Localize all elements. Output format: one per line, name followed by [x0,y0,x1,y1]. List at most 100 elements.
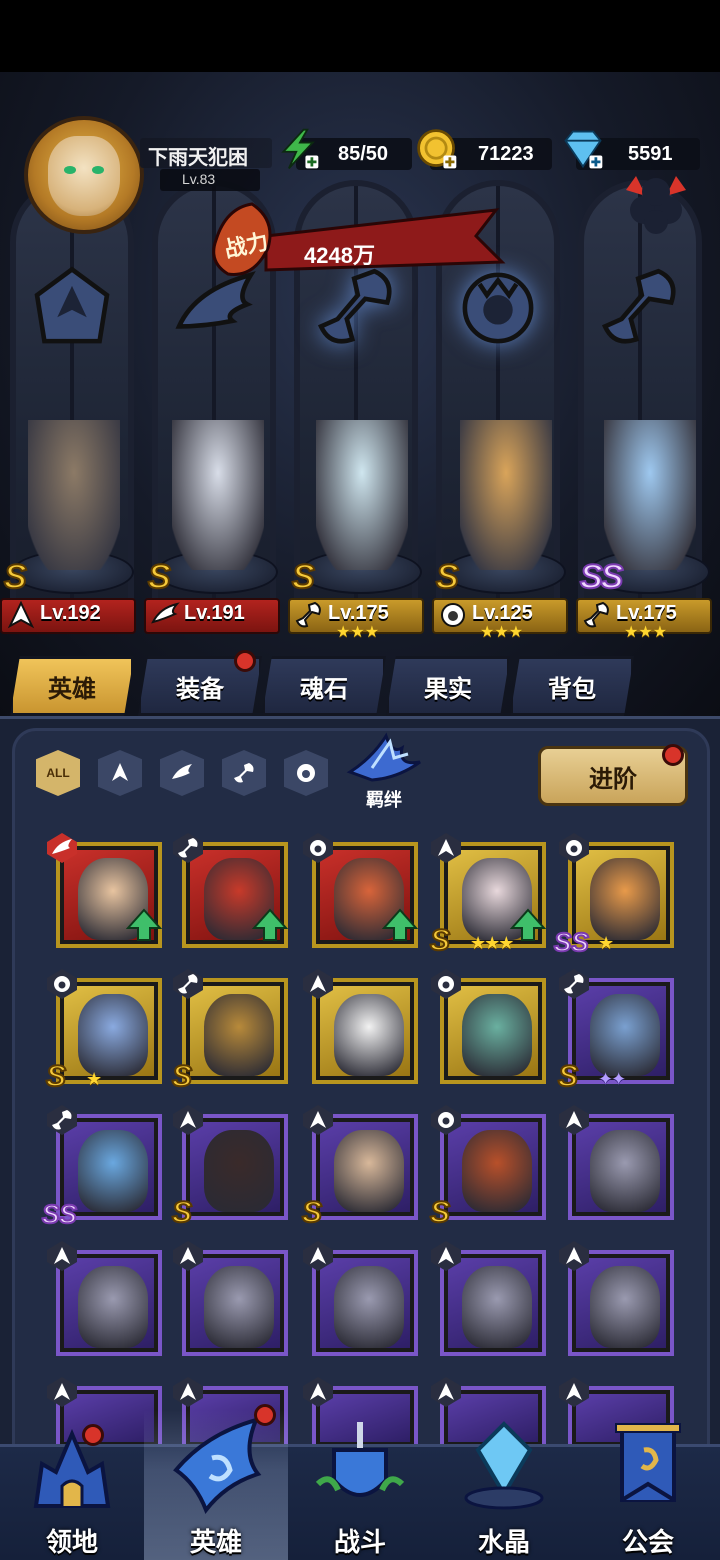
upgrade-arrow-icon [509,908,547,942]
hero-card[interactable] [173,1241,288,1356]
hero-card[interactable] [431,969,546,1084]
wrench-class-icon [234,763,254,783]
nav-label: 英雄 [189,1527,242,1557]
player-avatar[interactable] [14,108,154,238]
team-hero-slot[interactable]: S Lv.192 [0,400,140,640]
filter-ranger-button[interactable] [160,750,204,796]
hero-rank-badge: S [557,1059,579,1094]
filter-warrior-button[interactable] [98,750,142,796]
hero-level: Lv.192 [40,602,101,624]
hero-card[interactable] [173,833,289,948]
hero-rank-badge: SS [579,557,624,597]
hero-card[interactable]: S ✦✦ [557,969,674,1094]
hero-card[interactable]: SS [41,1105,162,1230]
status-bar-area [0,0,720,72]
hero-stars: ✦✦ [598,1069,626,1089]
hero-level: Lv.191 [184,602,245,624]
warrior-emblem-icon [26,262,118,354]
filter-all-button[interactable]: ALL [36,750,80,796]
nav-battle[interactable]: 战斗 [288,1410,432,1560]
hero-portrait [334,1130,404,1212]
mechanic-class-icon [46,1104,78,1136]
power-value: 4248万 [304,243,375,268]
tab-backpack[interactable]: 背包 [510,656,634,716]
beast-class-icon [558,832,590,864]
gold-value: 71223 [478,143,534,165]
nav-label: 战斗 [333,1527,386,1557]
avatar-eye [64,166,76,174]
hero-portrait [78,1130,148,1212]
hero-card[interactable] [47,833,163,948]
hero-portrait [204,1130,274,1212]
team-hero-slot[interactable]: S Lv.175 ★★★ [288,400,428,641]
hero-card[interactable]: S [171,1105,288,1230]
hero-card[interactable] [559,1105,674,1220]
tab-soulstone[interactable]: 魂石 [262,656,386,716]
nav-crystal[interactable]: 水晶 [432,1410,576,1560]
nav-heroes[interactable]: 英雄 [144,1410,288,1560]
mechanic-class-icon [582,600,612,630]
menu-clover-icon[interactable] [616,166,696,236]
hero-stars: ★ [598,933,614,953]
hero-rank-badge: SS [553,926,590,958]
nav-guild[interactable]: 公会 [576,1410,720,1560]
warrior-class-icon [302,1376,334,1408]
guild-banner-icon [615,1423,681,1502]
hero-portrait [204,1266,274,1348]
upgrade-arrow-icon [381,908,419,942]
warrior-class-icon [302,1240,334,1272]
warrior-class-icon [430,832,462,864]
tab-label: 背包 [548,675,596,703]
warrior-class-icon [558,1104,590,1136]
hero-card[interactable]: SS ★ [553,833,674,958]
bond-icon[interactable] [342,728,428,788]
ranger-class-icon [46,832,78,864]
beast-class-icon [297,764,315,782]
mechanic-class-icon [558,968,590,1000]
avatar-portrait [48,136,120,216]
hero-rank-badge: S [429,1195,451,1230]
nav-territory[interactable]: 领地 [0,1410,144,1560]
hero-rank-badge: S [301,1195,323,1230]
gold-coin-icon [417,129,457,169]
hero-card[interactable] [303,833,419,948]
hero-portrait [204,994,274,1076]
hero-rank-badge: S [45,1059,67,1094]
hero-card[interactable] [431,1241,546,1356]
warrior-class-icon [46,1376,78,1408]
hero-card[interactable]: S [429,1105,546,1230]
warrior-class-icon [302,968,334,1000]
tab-fruit[interactable]: 果实 [386,656,510,716]
hero-card[interactable] [303,969,418,1084]
tab-label: 果实 [424,675,472,703]
hero-card[interactable]: S [171,969,288,1094]
hero-portrait [334,1266,404,1348]
team-hero-slot[interactable]: S Lv.191 [144,400,284,640]
hero-card[interactable]: S ★ [45,969,162,1094]
notification-dot [662,744,684,766]
hero-portrait [462,1130,532,1212]
hero-card[interactable] [559,1241,674,1356]
tab-heroes[interactable]: 英雄 [10,656,134,716]
hero-card[interactable] [303,1241,418,1356]
hero-stars: ★ [86,1069,102,1089]
hero-figure [604,420,696,570]
hero-figure [316,420,408,570]
team-hero-slot[interactable]: S Lv.125 ★★★ [432,400,572,641]
battle-shield-icon [315,1422,405,1497]
team-hero-slot[interactable]: SS Lv.175 ★★★ [576,400,716,641]
filter-beast-button[interactable] [284,750,328,796]
hero-card[interactable]: S [301,1105,418,1230]
filter-mechanic-button[interactable] [222,750,266,796]
warrior-class-icon [558,1240,590,1272]
tab-label: 魂石 [300,675,348,703]
hero-rank-badge: S [3,557,28,597]
hero-card[interactable] [47,1241,162,1356]
player-name: 下雨天犯困 [148,147,248,169]
hero-card[interactable]: S ★★★ [429,833,547,958]
hero-portrait [78,1266,148,1348]
hero-portrait [590,1130,660,1212]
hero-portrait [462,1266,532,1348]
hero-figure [28,420,120,570]
hero-rank-badge: S [429,923,451,958]
